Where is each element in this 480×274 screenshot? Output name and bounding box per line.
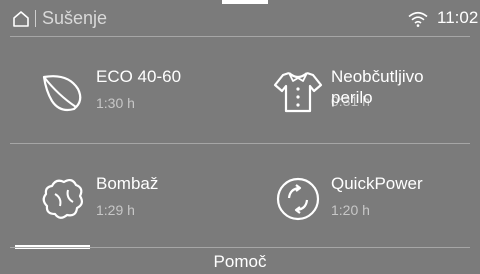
program-duration: 1:30 h: [96, 95, 135, 111]
program-tile-delicates[interactable]: 0:31 h Neobčutljivo perilo: [245, 37, 475, 143]
program-name: Neobčutljivo perilo: [331, 67, 424, 107]
cotton-icon: [42, 178, 84, 219]
top-page-indicator: [222, 0, 268, 4]
program-name: Bombaž: [96, 174, 159, 193]
status-bar: Sušenje 11:02: [0, 0, 480, 34]
page-title: Sušenje: [42, 8, 108, 28]
clock: 11:02: [437, 8, 479, 27]
program-tile-quickpower[interactable]: QuickPower 1:20 h: [245, 144, 475, 250]
program-name: ECO 40-60: [96, 67, 182, 86]
shirt-icon: [273, 71, 323, 113]
program-tile-cotton[interactable]: Bombaž 1:29 h: [10, 144, 240, 250]
quickpower-icon: [276, 177, 320, 221]
program-tile-eco[interactable]: ECO 40-60 1:30 h: [10, 37, 240, 143]
title-separator: [35, 10, 36, 27]
home-icon[interactable]: [12, 10, 30, 28]
divider-bottom: [10, 247, 470, 248]
wifi-icon: [408, 11, 428, 27]
program-duration: 1:29 h: [96, 202, 135, 218]
leaf-icon: [42, 75, 82, 112]
program-duration: 1:20 h: [331, 202, 370, 218]
program-name: QuickPower: [331, 174, 423, 193]
help-button[interactable]: Pomoč: [0, 252, 480, 272]
